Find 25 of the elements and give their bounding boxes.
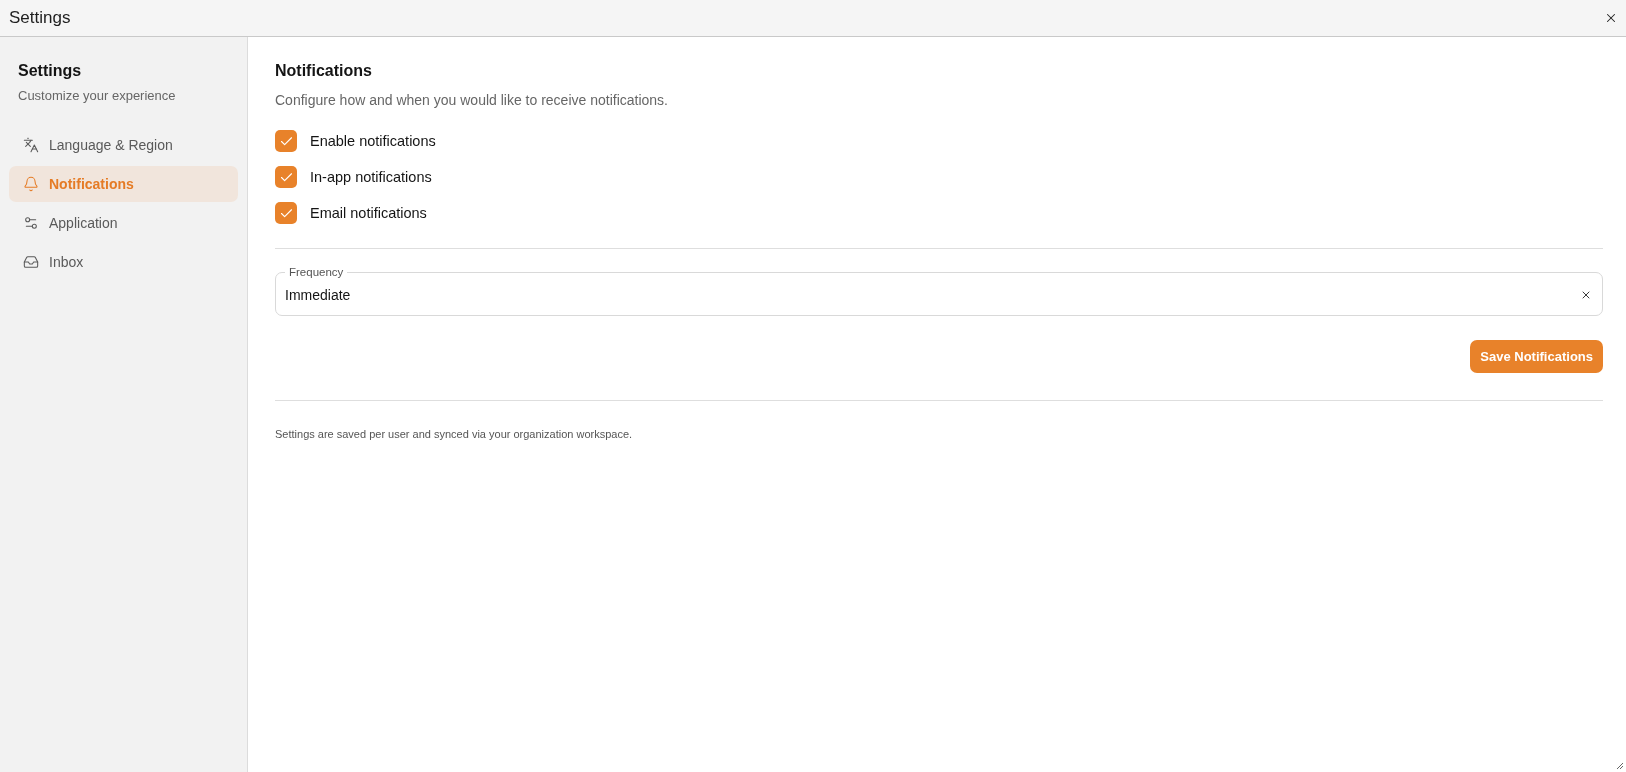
window-title: Settings <box>9 8 71 28</box>
checkbox[interactable] <box>275 202 297 224</box>
sliders-icon <box>23 215 39 231</box>
sidebar-item[interactable]: Application <box>9 205 238 241</box>
checkbox-label: Enable notifications <box>310 133 436 149</box>
sidebar-item[interactable]: Inbox <box>9 244 238 280</box>
bell-icon <box>23 176 39 192</box>
sidebar-title: Settings <box>17 61 83 81</box>
translate-icon <box>23 137 39 153</box>
checkbox-label: Email notifications <box>310 205 427 221</box>
footer-note: Settings are saved per user and synced via your organization workspace. <box>275 428 634 440</box>
checkbox[interactable] <box>275 166 297 188</box>
frequency-select[interactable]: Frequency Immediate <box>275 266 1603 316</box>
section-title: Notifications <box>275 61 373 81</box>
sidebar-subtitle: Customize your experience <box>17 88 177 104</box>
select-value: Immediate <box>285 286 351 303</box>
sidebar-item[interactable]: Language & Region <box>9 127 238 163</box>
close-button[interactable] <box>1604 11 1618 25</box>
checkbox-label: In-app notifications <box>310 169 432 185</box>
section-description: Configure how and when you would like to receive notifications. <box>275 91 669 109</box>
inbox-icon <box>23 254 39 270</box>
field-label: Frequency <box>288 266 345 278</box>
checkbox[interactable] <box>275 130 297 152</box>
close-icon <box>1604 11 1618 25</box>
resize-grip-icon[interactable] <box>1616 762 1624 770</box>
